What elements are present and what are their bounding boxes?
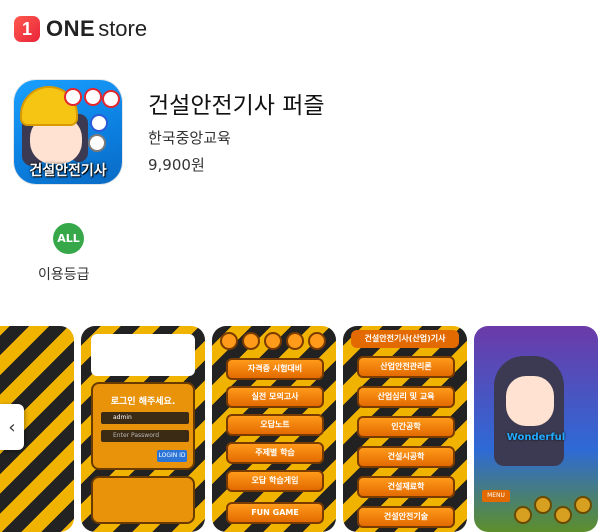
menu-item: 오답 학습게임	[226, 470, 324, 492]
question-icon	[88, 134, 106, 152]
app-title: 건설안전기사 퍼즐	[148, 93, 325, 119]
puzzle-coin	[554, 506, 572, 524]
subject-item: 산업안전관리론	[357, 356, 455, 378]
login-title: 로그인 해주세요.	[110, 397, 176, 407]
puzzle-coin	[514, 506, 532, 524]
round-icon	[242, 332, 260, 350]
id-field: admin	[101, 412, 189, 424]
menu-item: 주제별 학습	[226, 442, 324, 464]
onestore-logo[interactable]: 1 ONE store	[14, 16, 147, 42]
subject-item: 건설안전기술	[357, 506, 455, 528]
screenshot-4[interactable]: 건설안전기사(산업)기사 산업안전관리론 산업심리 및 교육 인간공학 건설시공…	[343, 326, 467, 532]
subject-item: 산업심리 및 교육	[357, 386, 455, 408]
menu-item: 오답노트	[226, 414, 324, 436]
icon-caption: 건설안전기사	[29, 163, 107, 179]
puzzle-coin	[574, 496, 592, 514]
subject-item: 건설시공학	[357, 446, 455, 468]
round-icon	[264, 332, 282, 350]
character-face	[506, 376, 554, 426]
safety-sign-icon	[90, 114, 108, 132]
screenshot-2[interactable]: 로그인 해주세요. admin Enter Password LOGIN ID	[81, 326, 205, 532]
developer-link[interactable]: 한국중앙교육	[148, 127, 231, 148]
safety-sign-icon	[64, 88, 82, 106]
safety-sign-icon	[84, 88, 102, 106]
menu-item: 자격증 시험대비	[226, 358, 324, 380]
puzzle-coin	[534, 496, 552, 514]
app-price: 9,900원	[148, 156, 205, 174]
round-icon	[308, 332, 326, 350]
logo-one-text: ONE	[46, 16, 96, 41]
game-menu-button: MENU	[482, 490, 510, 502]
login-button: LOGIN ID	[157, 450, 187, 462]
subjects-title: 건설안전기사(산업)기사	[351, 330, 459, 348]
menu-item: 실전 모의고사	[226, 386, 324, 408]
subject-item: 건설재료학	[357, 476, 455, 498]
chevron-left-icon[interactable]: ‹	[0, 404, 24, 450]
age-rating-badge: ALL	[53, 223, 84, 254]
screenshot-5[interactable]: Wonderful MENU	[474, 326, 598, 532]
age-rating-label: 이용등급	[38, 267, 90, 283]
password-field: Enter Password	[101, 430, 189, 442]
shot2-header-card	[91, 334, 195, 376]
login-panel: 로그인 해주세요. admin Enter Password LOGIN ID	[91, 382, 195, 470]
logo-store-text: store	[98, 16, 148, 41]
shot2-footer-panel	[91, 476, 195, 524]
game-feedback-text: Wonderful	[506, 432, 566, 443]
subject-item: 인간공학	[357, 416, 455, 438]
app-icon: 건설안전기사	[14, 80, 122, 184]
logo-badge: 1	[14, 16, 40, 42]
menu-item: FUN GAME	[226, 502, 324, 524]
screenshot-3[interactable]: 자격증 시험대비 실전 모의고사 오답노트 주제별 학습 오답 학습게임 FUN…	[212, 326, 336, 532]
round-icon	[220, 332, 238, 350]
round-icon	[286, 332, 304, 350]
screenshot-carousel[interactable]: 로그인 해주세요. admin Enter Password LOGIN ID …	[0, 326, 600, 532]
safety-sign-icon	[102, 90, 120, 108]
